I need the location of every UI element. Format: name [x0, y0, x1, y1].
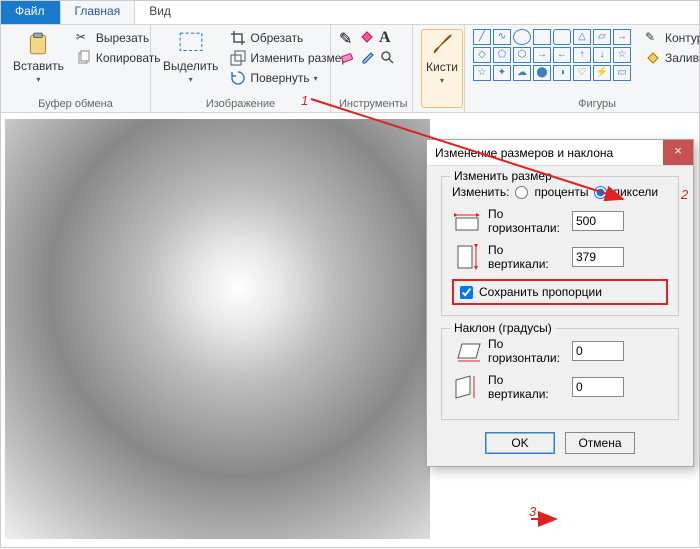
group-clipboard: Вставить ▾ ✂ Вырезать Копировать Буфер о… [1, 25, 151, 112]
horizontal-glyph-icon [452, 210, 482, 232]
cancel-button[interactable]: Отмена [565, 432, 635, 454]
eraser-icon[interactable] [339, 49, 355, 65]
brushes-button[interactable]: Кисти ▾ [421, 29, 463, 108]
close-button[interactable]: × [663, 140, 693, 165]
magnifier-icon[interactable] [379, 49, 395, 65]
tab-view[interactable]: Вид [135, 1, 186, 24]
keep-ratio-checkbox[interactable] [460, 286, 473, 299]
keep-ratio-label: Сохранить пропорции [479, 285, 602, 299]
vertical-glyph-icon [452, 246, 482, 268]
chevron-down-icon: ▾ [36, 75, 40, 84]
brushes-label: Кисти [426, 60, 458, 74]
marker-1: 1 [301, 93, 308, 108]
dialog-title-text: Изменение размеров и наклона [435, 146, 613, 160]
pixels-radio[interactable] [594, 186, 607, 199]
outline-label: Контур [665, 31, 700, 45]
skew-v-glyph-icon [452, 376, 482, 398]
bucket-icon[interactable] [359, 29, 375, 45]
change-label: Изменить: [452, 185, 509, 199]
pencil-icon[interactable]: ✎ [339, 29, 355, 45]
tab-file[interactable]: Файл [1, 1, 60, 24]
cut-label: Вырезать [96, 31, 149, 45]
skew-v-label: По вертикали: [488, 373, 566, 401]
select-button[interactable]: Выделить ▾ [159, 29, 222, 96]
paste-button[interactable]: Вставить ▾ [9, 29, 68, 96]
scissors-icon: ✂ [76, 30, 92, 46]
paste-icon [25, 31, 51, 57]
group-brushes-title [421, 108, 456, 110]
copy-icon [76, 50, 92, 66]
percent-radio[interactable] [515, 186, 528, 199]
fill-button[interactable]: Заливка ▾ [643, 49, 700, 67]
skew-h-input[interactable] [572, 341, 624, 361]
skew-h-label: По горизонтали: [488, 337, 566, 365]
outline-button[interactable]: ✎ Контур ▾ [643, 29, 700, 47]
canvas-image [5, 119, 430, 539]
width-input[interactable] [572, 211, 624, 231]
skew-fieldset: Наклон (градусы) По горизонтали: По верт… [441, 328, 679, 420]
rotate-icon [230, 70, 246, 86]
dialog-titlebar: Изменение размеров и наклона × [427, 140, 693, 166]
resize-fieldset: Изменить размер Изменить: проценты пиксе… [441, 176, 679, 316]
tab-home[interactable]: Главная [60, 1, 136, 24]
pixels-label: пиксели [613, 185, 658, 199]
crop-icon [230, 30, 246, 46]
shapes-gallery[interactable]: ╱∿△▱→ ◇⬠⬡→←↑↓☆ ☆✦☁⬤◑♡⚡▭ [473, 29, 631, 96]
vertical-label: По вертикали: [488, 243, 566, 271]
height-input[interactable] [572, 247, 624, 267]
text-icon[interactable]: A [379, 29, 395, 45]
group-tools-title: Инструменты [339, 96, 404, 110]
keep-ratio-row: Сохранить пропорции [452, 279, 668, 305]
skew-legend: Наклон (градусы) [450, 321, 556, 335]
marker-3: 3 [529, 504, 536, 519]
skew-h-glyph-icon [452, 340, 482, 362]
rotate-label: Повернуть [250, 71, 309, 85]
ok-button[interactable]: OK [485, 432, 555, 454]
group-clipboard-title: Буфер обмена [9, 96, 142, 110]
resize-icon [230, 50, 246, 66]
chevron-down-icon: ▾ [440, 76, 444, 85]
tab-bar: Файл Главная Вид [1, 1, 699, 25]
outline-icon: ✎ [645, 30, 661, 46]
skew-v-input[interactable] [572, 377, 624, 397]
cut-button[interactable]: ✂ Вырезать [74, 29, 163, 47]
group-image-title: Изображение [159, 96, 322, 110]
marker-2: 2 [681, 187, 688, 202]
fill-label: Заливка [665, 51, 700, 65]
copy-button[interactable]: Копировать [74, 49, 163, 67]
chevron-down-icon: ▾ [314, 74, 318, 83]
group-shapes-title: Фигуры [473, 96, 700, 110]
select-icon [178, 31, 204, 57]
percent-label: проценты [534, 185, 588, 199]
fill-icon [645, 50, 661, 66]
resize-dialog: Изменение размеров и наклона × Изменить … [426, 139, 694, 467]
canvas-area[interactable] [5, 119, 430, 539]
ribbon: Вставить ▾ ✂ Вырезать Копировать Буфер о… [1, 25, 699, 113]
select-label: Выделить [163, 59, 218, 73]
group-tools: ✎ A Инструменты [331, 25, 413, 112]
group-brushes: Кисти ▾ [413, 25, 465, 112]
crop-label: Обрезать [250, 31, 303, 45]
horizontal-label: По горизонтали: [488, 207, 566, 235]
paste-label: Вставить [13, 59, 64, 73]
close-icon: × [674, 143, 682, 158]
group-shapes: ╱∿△▱→ ◇⬠⬡→←↑↓☆ ☆✦☁⬤◑♡⚡▭ ✎ Контур ▾ Залив… [465, 25, 700, 112]
brush-icon [429, 32, 455, 58]
eyedropper-icon[interactable] [359, 49, 375, 65]
chevron-down-icon: ▾ [189, 75, 193, 84]
resize-legend: Изменить размер [450, 169, 556, 183]
